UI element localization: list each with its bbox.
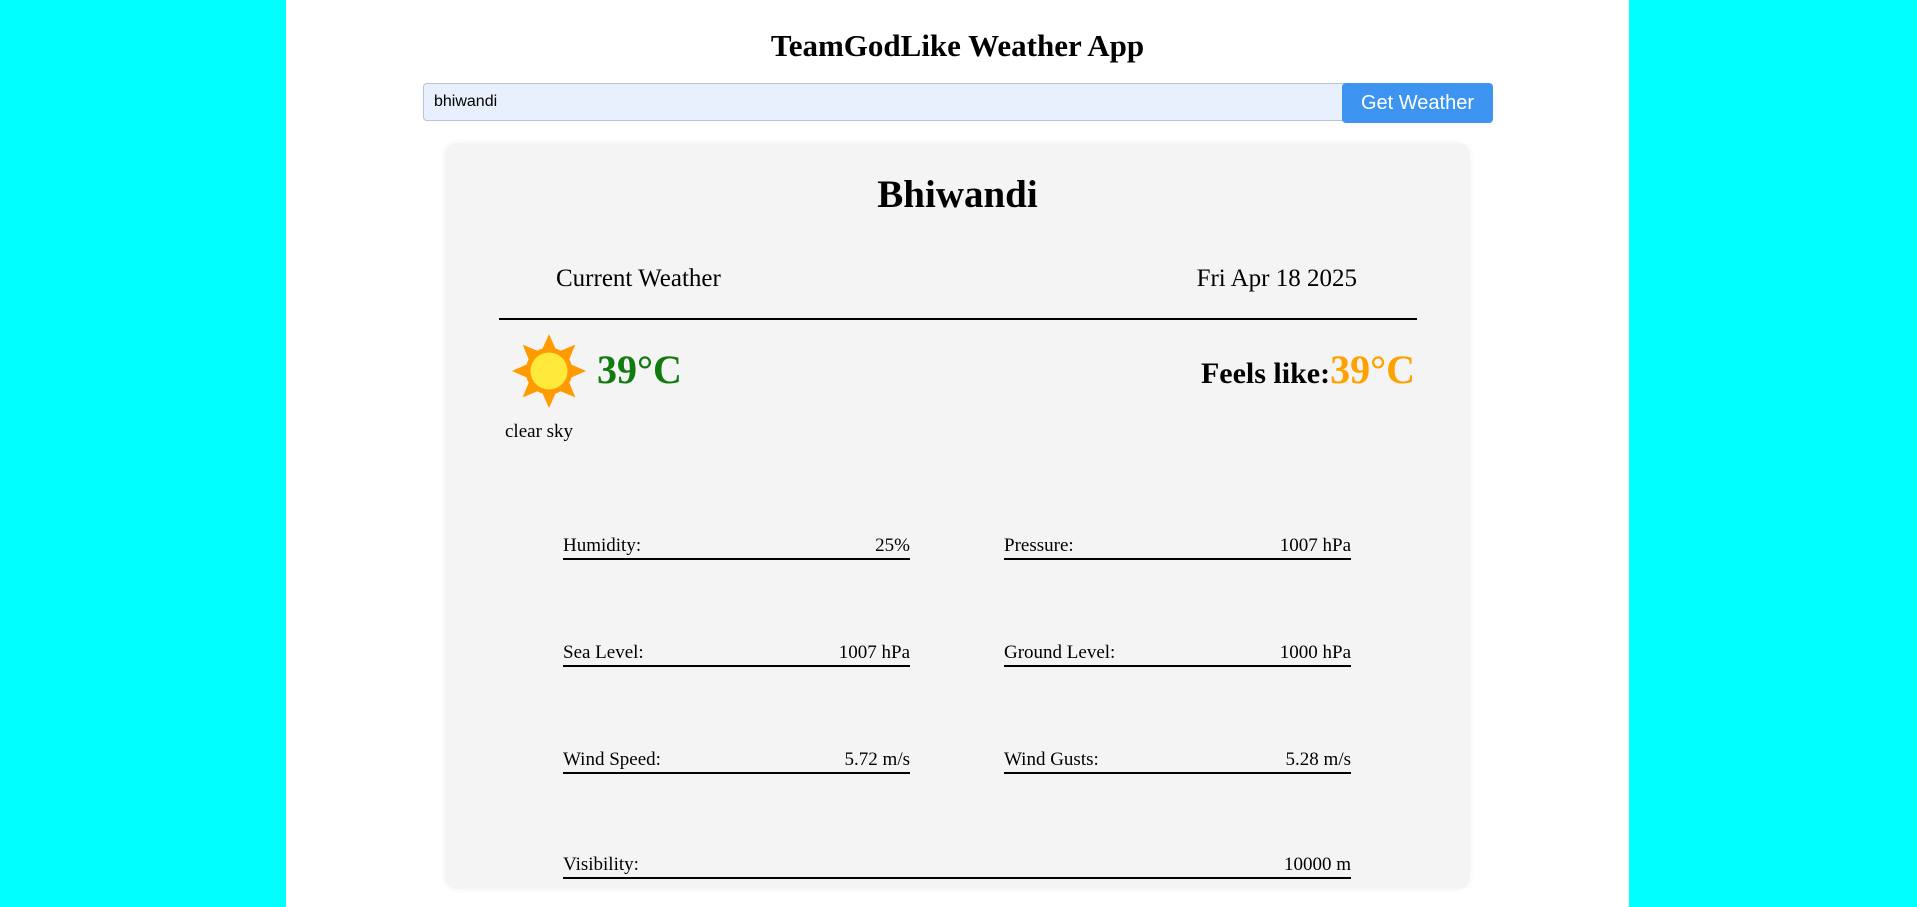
stat-wind-speed: Wind Speed: 5.72 m/s <box>563 748 910 774</box>
get-weather-button[interactable]: Get Weather <box>1342 83 1493 123</box>
stat-label: Visibility: <box>563 854 639 875</box>
stat-label: Pressure: <box>1004 535 1074 556</box>
stat-label: Sea Level: <box>563 642 644 663</box>
city-name: Bhiwandi <box>877 173 1038 216</box>
stat-label: Humidity: <box>563 535 642 556</box>
stat-value: 5.28 m/s <box>1285 749 1351 770</box>
stat-pressure: Pressure: 1007 hPa <box>1004 534 1351 560</box>
stat-value: 5.72 m/s <box>844 749 910 770</box>
stat-value: 1007 hPa <box>1279 535 1351 556</box>
feels-like-label: Feels like: <box>1200 357 1331 390</box>
city-search-input[interactable] <box>423 83 1451 121</box>
stat-value: 1000 hPa <box>1279 642 1351 663</box>
weather-card: Bhiwandi Current Weather Fri Apr 18 2025… <box>445 143 1470 889</box>
stat-humidity: Humidity: 25% <box>563 534 910 560</box>
weather-condition: clear sky <box>505 421 574 442</box>
sun-icon <box>511 333 587 409</box>
feels-like: Feels like:39°C <box>1201 346 1415 403</box>
stat-value: 25% <box>875 535 910 556</box>
stat-wind-gusts: Wind Gusts: 5.28 m/s <box>1004 748 1351 774</box>
stat-sea-level: Sea Level: 1007 hPa <box>563 641 910 667</box>
stat-ground-level: Ground Level: 1000 hPa <box>1004 641 1351 667</box>
stat-value: 1007 hPa <box>838 642 910 663</box>
stat-value: 10000 m <box>1283 854 1351 875</box>
temperature-value: 39°C <box>597 347 682 392</box>
header-divider <box>499 318 1417 320</box>
stat-label: Wind Speed: <box>563 749 661 770</box>
app-title: TeamGodLike Weather App <box>770 28 1145 63</box>
weather-date: Fri Apr 18 2025 <box>1196 265 1357 292</box>
app-page: TeamGodLike Weather App Get Weather Bhiw… <box>286 0 1629 907</box>
feels-like-value: 39°C <box>1330 347 1415 392</box>
stat-label: Ground Level: <box>1004 642 1116 663</box>
current-weather-label: Current Weather <box>556 265 721 292</box>
stat-label: Wind Gusts: <box>1004 749 1099 770</box>
stat-visibility: Visibility: 10000 m <box>563 853 1351 879</box>
